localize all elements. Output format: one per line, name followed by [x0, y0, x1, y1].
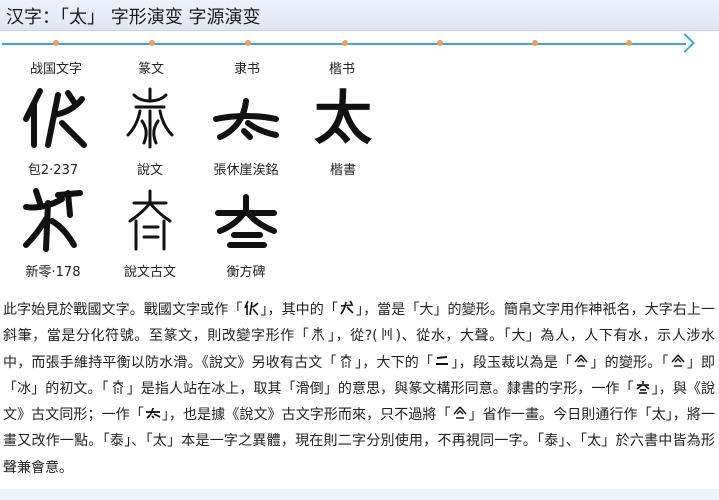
- era-label-regular: 楷书: [328, 62, 356, 77]
- stele-tai-glyph-icon: [206, 185, 286, 255]
- glyph-caption: 張休崖涘銘: [213, 163, 279, 178]
- ice-glyph-inline-icon: [573, 352, 589, 368]
- glyph-caption: 衡方碑: [226, 265, 266, 280]
- era-label-seal: 篆文: [137, 62, 165, 77]
- timeline: [0, 33, 719, 53]
- two-strokes-inline-icon: [434, 352, 450, 368]
- glyph-caption: 新零·178: [25, 265, 81, 280]
- ice-glyph-inline-icon: [452, 404, 468, 420]
- timeline-dot: [437, 40, 443, 46]
- ancient-tai-inline-icon: [110, 378, 126, 394]
- timeline-dot: [342, 40, 348, 46]
- variant-da-inline-icon: [339, 299, 355, 315]
- timeline-dot: [626, 40, 632, 46]
- clerical-tai-glyph-icon: [206, 83, 286, 153]
- glyph-caption: 說文: [136, 163, 164, 178]
- era-label-clerical: 隶书: [233, 62, 261, 77]
- timeline-dot: [532, 40, 538, 46]
- ancient-tai-inline-icon: [338, 352, 354, 368]
- title-bar: 汉字：「太」 字形演变 字源演变: [0, 0, 719, 31]
- ice-radical-inline-icon: [379, 325, 395, 341]
- timeline-dot: [149, 40, 155, 46]
- page-title: 汉字：「太」 字形演变 字源演变: [6, 7, 261, 28]
- seal-tai-glyph-icon: [110, 83, 190, 153]
- timeline-dot: [53, 40, 59, 46]
- ice-glyph-inline-icon: [670, 352, 686, 368]
- glyph-caption: 說文古文: [123, 265, 177, 280]
- bronze-tai-inline-icon: [243, 299, 259, 316]
- footer-strip: [0, 489, 719, 500]
- bamboo-tai-glyph-icon: [14, 185, 94, 255]
- seal-tai-inline-icon: [310, 325, 326, 342]
- clerical-tai-inline-icon: [145, 404, 161, 420]
- timeline-dot: [245, 40, 251, 46]
- glyph-caption: 楷書: [329, 163, 357, 178]
- bronze-tai-glyph-icon: [14, 83, 94, 153]
- etymology-paragraph: 此字始見於戰國文字。戰國文字或作「 」，其中的「 」，當是「大」的變形。簡帛文字用作…: [3, 297, 715, 481]
- regular-tai-glyph: 太: [313, 84, 372, 152]
- era-label-warring-states: 战国文字: [29, 62, 83, 77]
- glyph-caption: 包2·237: [27, 163, 79, 178]
- timeline-arrow-icon: [675, 33, 695, 53]
- ancient-tai-glyph-icon: [110, 185, 190, 255]
- stele-tai-inline-icon: [635, 378, 651, 394]
